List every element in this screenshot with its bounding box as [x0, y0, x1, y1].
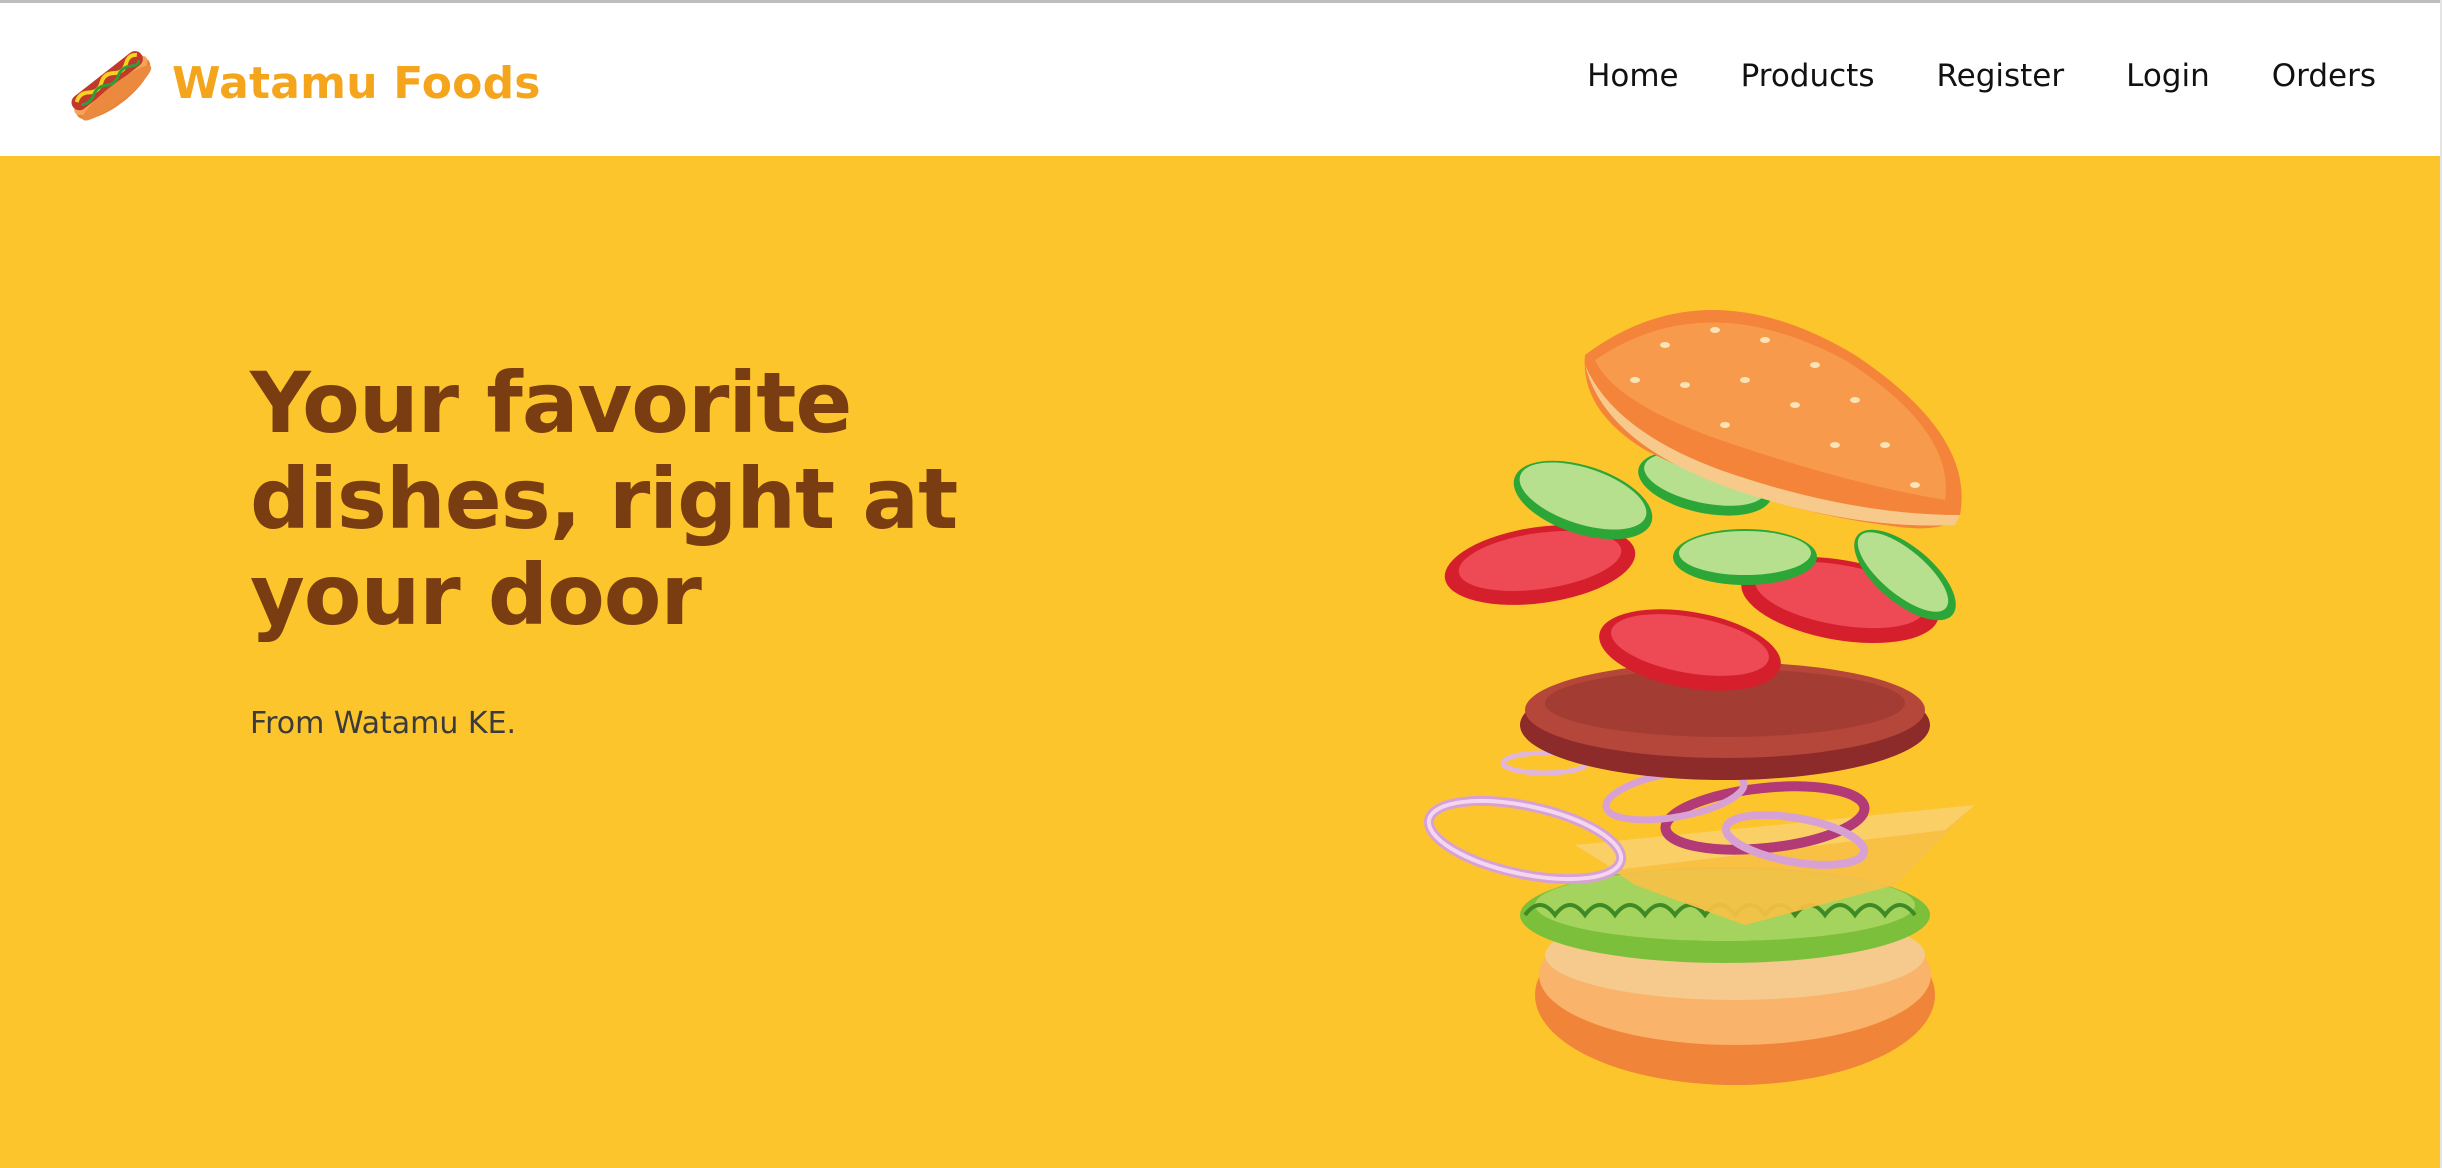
- hero-section: [0, 156, 2442, 1168]
- nav-home-link[interactable]: Home: [1587, 58, 1679, 94]
- hot-dog-icon: [71, 51, 152, 121]
- brand-name: Watamu Foods: [172, 57, 541, 109]
- hero-title: Your favorite dishes, right at your door: [250, 354, 958, 644]
- nav-register-link[interactable]: Register: [1936, 58, 2064, 94]
- nav-orders-link[interactable]: Orders: [2272, 58, 2376, 94]
- nav-login-link[interactable]: Login: [2126, 58, 2210, 94]
- nav-products-link[interactable]: Products: [1741, 58, 1875, 94]
- exploded-burger-illustration: [1423, 310, 1975, 1085]
- main-nav: Home Products Register Login Orders: [1587, 58, 2376, 94]
- hero-subtitle: From Watamu KE.: [250, 706, 517, 741]
- brand[interactable]: Watamu Foods: [60, 38, 541, 128]
- navbar: Watamu Foods Home Products Register Logi…: [0, 3, 2442, 156]
